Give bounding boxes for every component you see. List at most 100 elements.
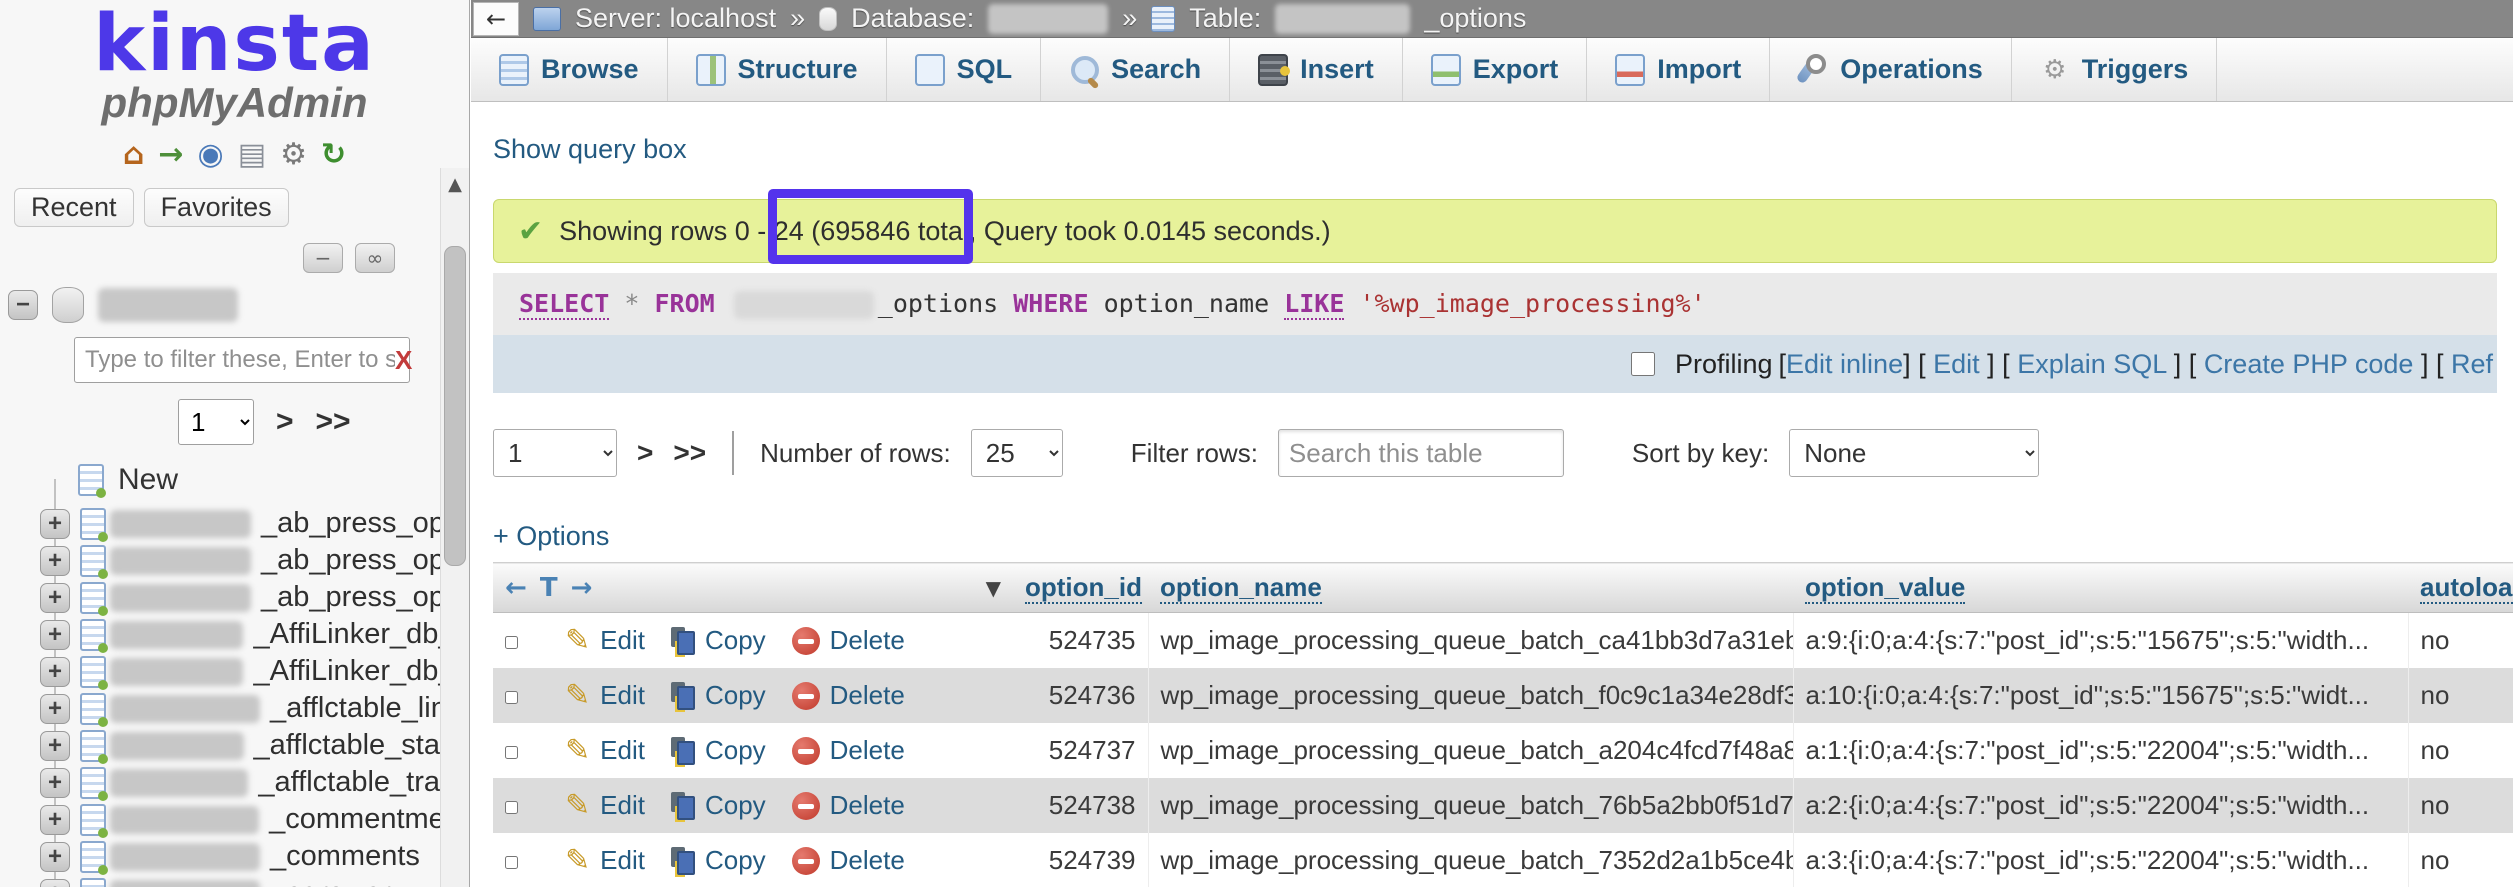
copy-link[interactable]: Copy: [705, 625, 766, 656]
table-prefix-redacted: [734, 291, 874, 319]
settings-icon[interactable]: ⚙: [280, 139, 307, 171]
profiling-link-create-php-code[interactable]: Create PHP code: [2204, 349, 2414, 379]
tab-structure[interactable]: Structure: [668, 38, 887, 101]
sidebar-table-item[interactable]: + _AffiLinker_db_s: [0, 653, 469, 690]
collapse-database-icon[interactable]: −: [8, 290, 38, 320]
sidebar-table-item[interactable]: + _AffiLinker_db_s: [0, 616, 469, 653]
breadcrumb-server[interactable]: Server: localhost: [575, 3, 776, 34]
column-header-option-name[interactable]: option_name: [1160, 572, 1322, 604]
expand-table-icon[interactable]: +: [40, 657, 70, 687]
tab-browse[interactable]: Browse: [471, 38, 668, 101]
sidebar-table-item[interactable]: + _afflctable_track: [0, 764, 469, 801]
delete-link[interactable]: Delete: [830, 680, 905, 711]
sidebar-table-item[interactable]: + _ab_press_optir: [0, 579, 469, 616]
scrollbar-thumb[interactable]: [444, 246, 466, 566]
row-checkbox[interactable]: [505, 801, 518, 814]
tab-import[interactable]: Import: [1587, 38, 1770, 101]
row-checkbox[interactable]: [505, 746, 518, 759]
column-header-autoload[interactable]: autoload: [2420, 572, 2513, 604]
sql-text: [609, 289, 624, 318]
sidebar-table-item[interactable]: + _afflctable_link: [0, 690, 469, 727]
expand-table-icon[interactable]: +: [40, 731, 70, 761]
number-of-rows-select[interactable]: 25: [971, 429, 1063, 477]
expand-table-icon[interactable]: +: [40, 546, 70, 576]
tab-favorites[interactable]: Favorites: [144, 188, 289, 227]
expand-table-icon[interactable]: +: [40, 879, 70, 887]
database-name-redacted[interactable]: [98, 288, 238, 322]
copy-link[interactable]: Copy: [705, 790, 766, 821]
row-layout-toggle-icons[interactable]: ← T →: [505, 573, 594, 603]
sidebar-table-item[interactable]: + _afflctable_statis: [0, 727, 469, 764]
sql-text: [1344, 289, 1359, 318]
new-table-item[interactable]: New: [78, 463, 469, 497]
profiling-link-explain-sql[interactable]: Explain SQL: [2017, 349, 2166, 379]
tab-recent[interactable]: Recent: [14, 188, 134, 227]
profiling-link-ref[interactable]: Ref: [2451, 349, 2493, 379]
tab-search[interactable]: Search: [1041, 38, 1230, 101]
column-visibility-dropdown-icon[interactable]: ▼: [986, 576, 1001, 600]
home-icon[interactable]: ⌂: [123, 139, 144, 171]
scroll-up-icon[interactable]: ▲: [441, 168, 469, 200]
tree-last-page-link[interactable]: >>: [316, 405, 351, 439]
last-page-link[interactable]: >>: [673, 437, 706, 469]
copy-link[interactable]: Copy: [705, 680, 766, 711]
sidebar-scrollbar[interactable]: ▲: [440, 168, 469, 887]
sidebar-table-item[interactable]: + _commentmeta: [0, 801, 469, 838]
breadcrumb-database[interactable]: Database:: [851, 3, 974, 34]
delete-link[interactable]: Delete: [830, 845, 905, 876]
tab-sql[interactable]: SQL: [887, 38, 1042, 101]
profiling-link-edit-inline[interactable]: Edit inline: [1786, 349, 1903, 379]
sort-by-key-select[interactable]: None: [1789, 429, 2039, 477]
copy-icon: [671, 737, 695, 765]
tab-triggers[interactable]: ⚙ Triggers: [2012, 38, 2218, 101]
table-search-input[interactable]: [1278, 429, 1564, 477]
breadcrumb-table[interactable]: Table:: [1189, 3, 1261, 34]
edit-link[interactable]: Edit: [600, 790, 645, 821]
expand-table-icon[interactable]: +: [40, 694, 70, 724]
collapse-all-icon[interactable]: −: [303, 243, 343, 273]
logout-icon[interactable]: →: [158, 139, 183, 171]
column-header-option-id[interactable]: option_id: [1025, 572, 1142, 604]
expand-table-icon[interactable]: +: [40, 620, 70, 650]
reload-navigation-icon[interactable]: ↻: [321, 139, 346, 171]
profiling-checkbox[interactable]: [1631, 352, 1655, 376]
sidebar-table-item[interactable]: + _egrower: [0, 875, 469, 887]
back-button[interactable]: ←: [473, 2, 519, 36]
options-toggle-link[interactable]: + Options: [493, 521, 609, 552]
tree-filter-input[interactable]: [85, 346, 395, 374]
expand-table-icon[interactable]: +: [40, 509, 70, 539]
tab-operations[interactable]: Operations: [1770, 38, 2012, 101]
delete-link[interactable]: Delete: [830, 625, 905, 656]
expand-table-icon[interactable]: +: [40, 583, 70, 613]
expand-table-icon[interactable]: +: [40, 805, 70, 835]
row-checkbox[interactable]: [505, 691, 518, 704]
mysql-docs-icon[interactable]: ▤: [238, 139, 266, 171]
expand-table-icon[interactable]: +: [40, 768, 70, 798]
tab-export[interactable]: Export: [1403, 38, 1588, 101]
profiling-link-edit[interactable]: Edit: [1933, 349, 1980, 379]
tree-page-select[interactable]: 1: [178, 399, 254, 445]
tree-next-page-link[interactable]: >: [276, 405, 294, 439]
sidebar-table-item[interactable]: + _ab_press_optir: [0, 505, 469, 542]
row-checkbox[interactable]: [505, 636, 518, 649]
column-header-option-value[interactable]: option_value: [1805, 572, 1965, 604]
edit-link[interactable]: Edit: [600, 680, 645, 711]
copy-link[interactable]: Copy: [705, 735, 766, 766]
copy-link[interactable]: Copy: [705, 845, 766, 876]
show-query-box-link[interactable]: Show query box: [493, 134, 687, 165]
edit-link[interactable]: Edit: [600, 735, 645, 766]
edit-link[interactable]: Edit: [600, 845, 645, 876]
tab-insert[interactable]: Insert: [1230, 38, 1403, 101]
link-with-main-panel-icon[interactable]: ∞: [355, 243, 395, 273]
delete-link[interactable]: Delete: [830, 790, 905, 821]
edit-link[interactable]: Edit: [600, 625, 645, 656]
page-select[interactable]: 1: [493, 429, 617, 477]
delete-link[interactable]: Delete: [830, 735, 905, 766]
docs-icon[interactable]: ◉: [198, 139, 224, 171]
sidebar-table-item[interactable]: + _ab_press_optir: [0, 542, 469, 579]
expand-table-icon[interactable]: +: [40, 842, 70, 872]
next-page-link[interactable]: >: [637, 437, 653, 469]
sidebar-table-item[interactable]: + _comments: [0, 838, 469, 875]
row-checkbox[interactable]: [505, 856, 518, 869]
clear-filter-icon[interactable]: X: [395, 345, 412, 376]
